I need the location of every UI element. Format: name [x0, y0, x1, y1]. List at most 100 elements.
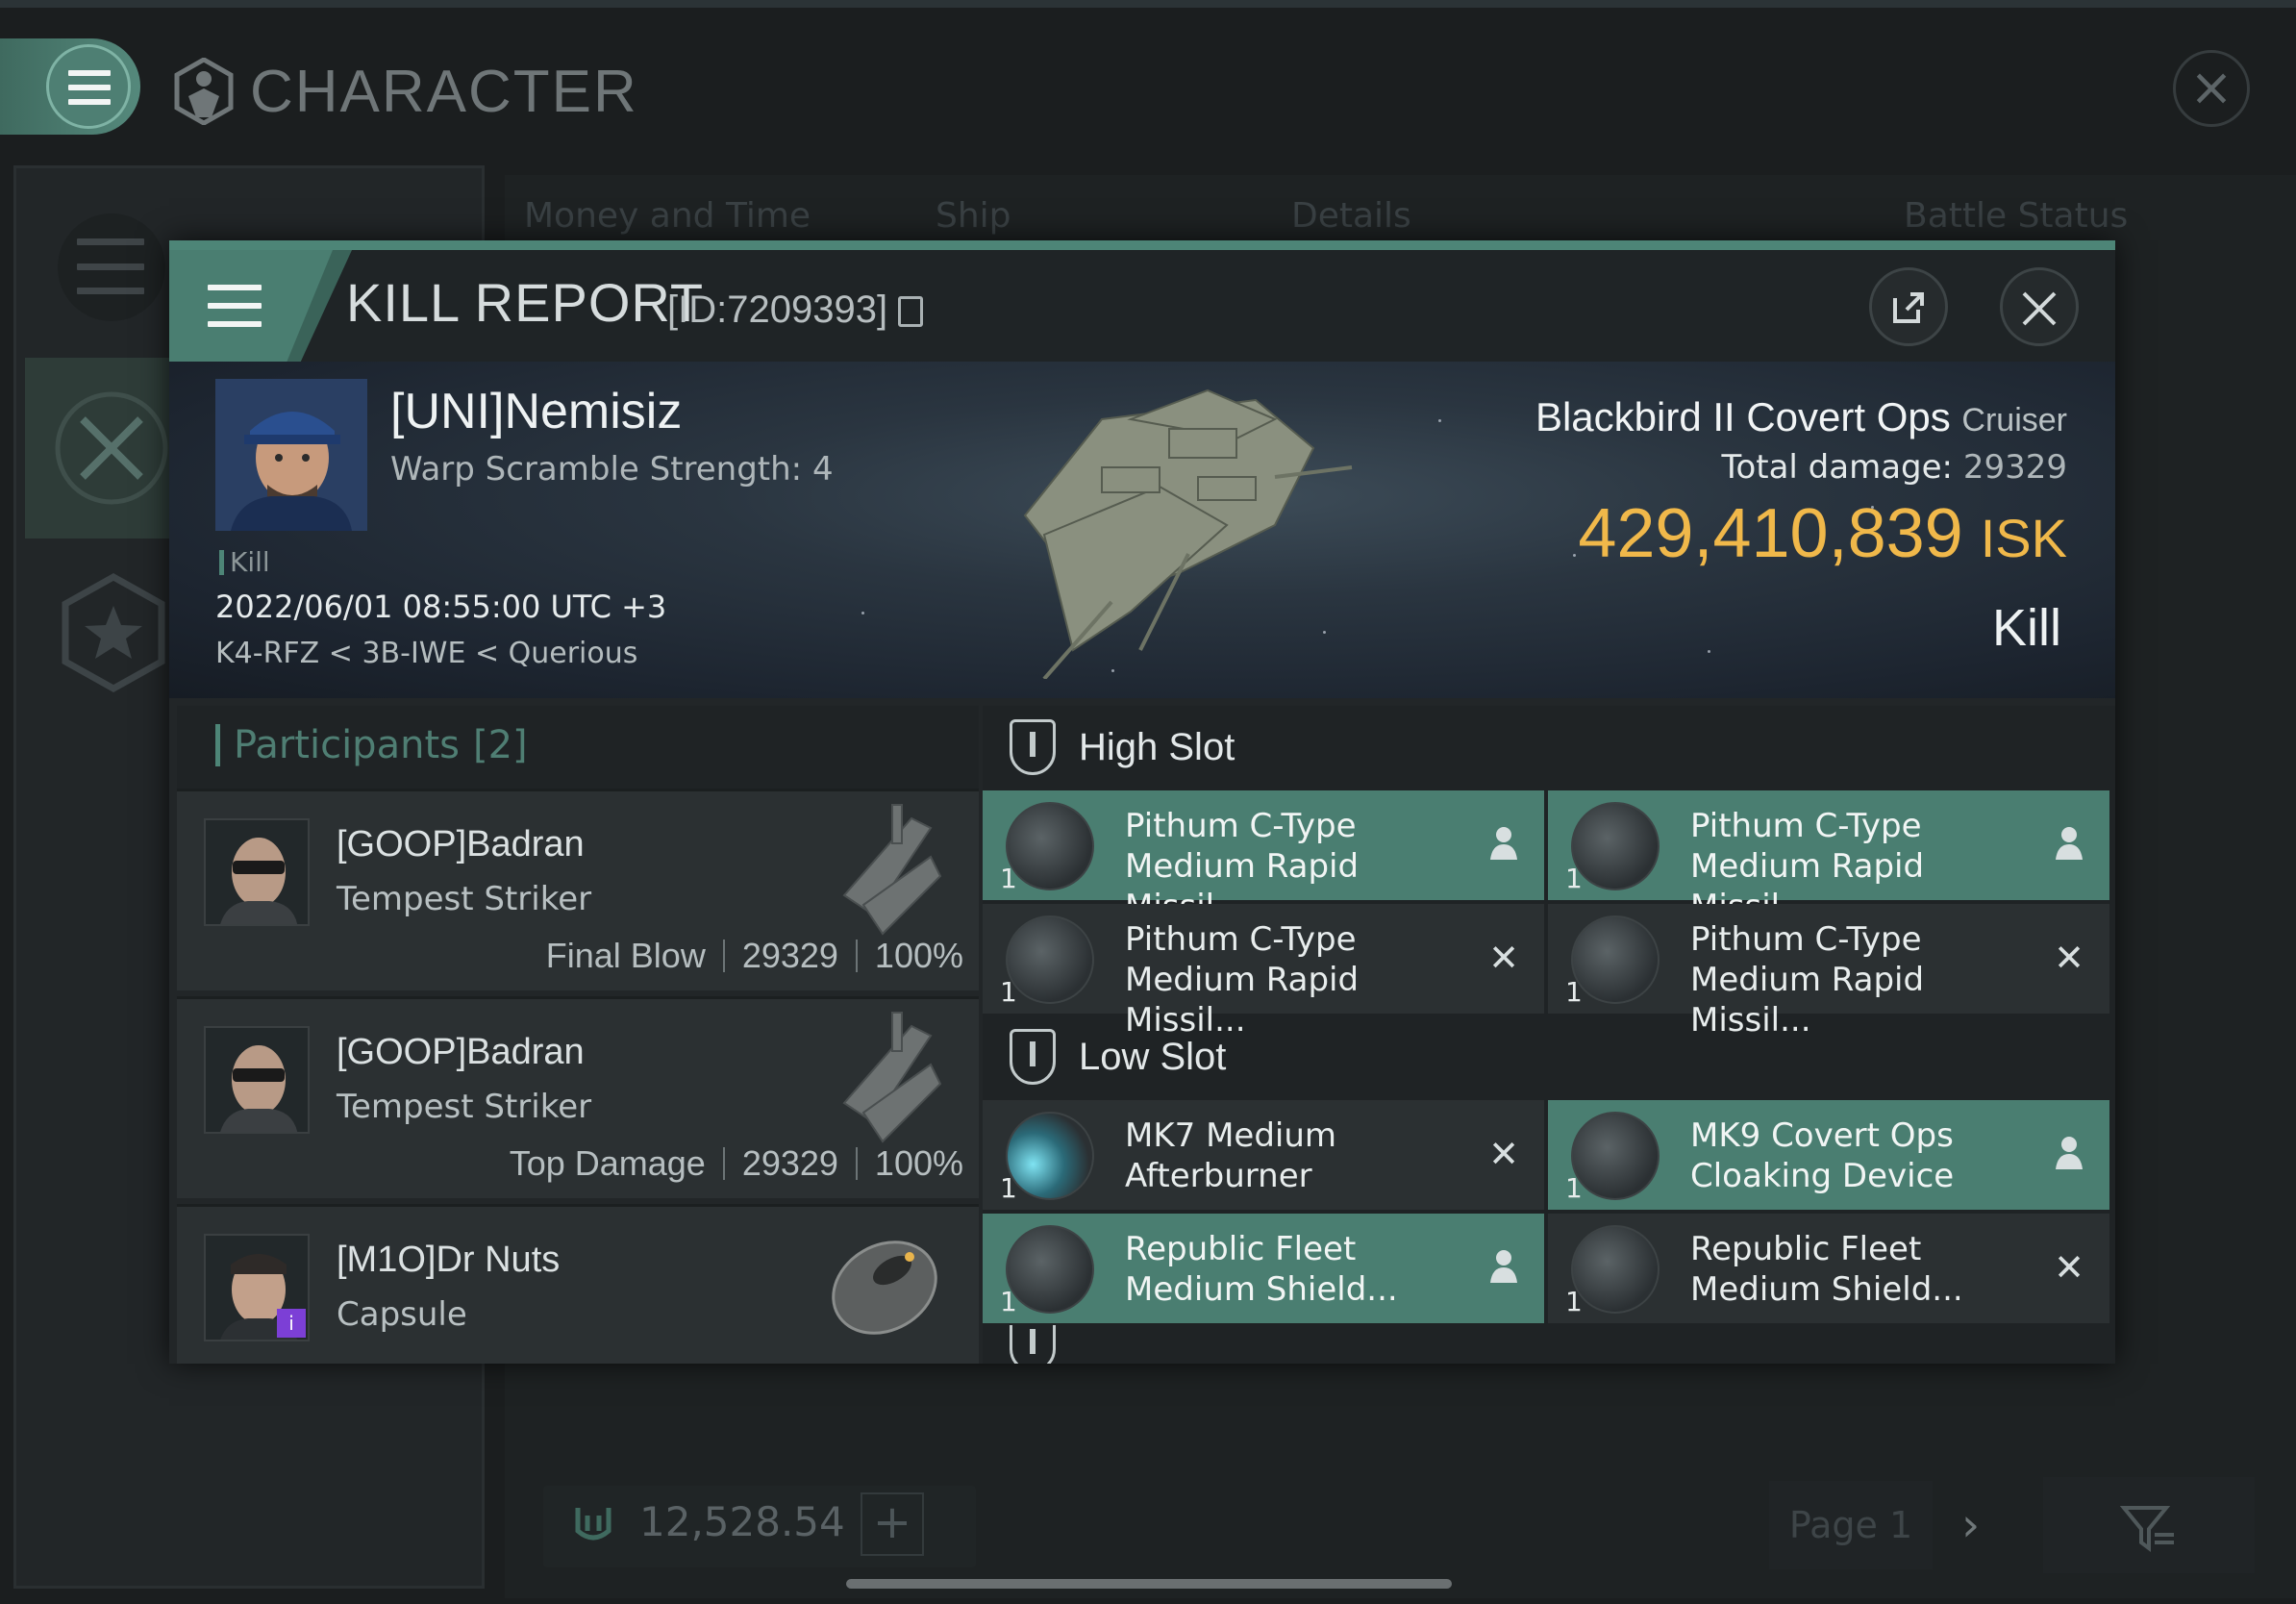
participants-count: [2] — [472, 723, 528, 767]
close-button[interactable] — [2000, 267, 2079, 346]
missile-launcher-icon — [1571, 915, 1660, 1004]
ship-name: Blackbird II Covert Ops — [1535, 394, 1951, 439]
participant-ship: Capsule — [337, 1295, 467, 1334]
filter-icon — [2119, 1506, 2174, 1552]
next-page-chevron-icon[interactable]: › — [1961, 1498, 1980, 1552]
kill-location[interactable]: K4-RFZ < 3B-IWE < Querious — [215, 637, 637, 670]
module-item[interactable]: 1 Pithum C-Type Medium Rapid Missil... — [1548, 790, 2109, 926]
module-quantity: 1 — [1000, 976, 1017, 1008]
kill-type-tag: Kill — [219, 546, 270, 578]
wallet-amount: 12,528.54 — [639, 1498, 845, 1545]
cloaking-device-icon — [1571, 1112, 1660, 1200]
module-item[interactable]: 1 Pithum C-Type Medium Rapid Missil... ✕ — [1548, 904, 2109, 1040]
total-damage-label: Total damage: — [1721, 448, 1954, 487]
total-damage: Total damage: 29329 — [1721, 448, 2067, 487]
copy-icon[interactable] — [898, 296, 923, 327]
module-name-line1: MK9 Covert Ops — [1690, 1116, 1954, 1155]
participant-role: Top Damage — [509, 1143, 706, 1183]
mid-slot-icon — [1010, 1325, 1056, 1364]
participant-percent: 100% — [874, 1143, 963, 1183]
kill-id: [ID:7209393] — [667, 288, 888, 331]
participant-ship: Tempest Striker — [337, 880, 592, 918]
main-menu-button[interactable] — [0, 38, 140, 135]
tab-details[interactable]: Details — [1291, 196, 1411, 236]
participants-header: Participants [2] — [177, 706, 979, 789]
module-quantity: 1 — [1000, 1286, 1017, 1317]
participant-row[interactable]: [GOOP]Badran Tempest Striker Top Damage … — [177, 996, 979, 1198]
ship-render — [986, 362, 1390, 681]
module-item[interactable]: 1 Republic Fleet Medium Shield... — [983, 1214, 1544, 1323]
participant-row[interactable]: ⅰ [M1O]Dr Nuts Capsule — [177, 1204, 979, 1364]
module-name-line2: Medium Shield... — [1690, 1270, 1963, 1309]
participant-row[interactable]: [GOOP]Badran Tempest Striker Final Blow … — [177, 789, 979, 990]
module-item[interactable]: 1 MK7 Medium Afterburner ✕ — [983, 1100, 1544, 1210]
total-damage-value: 29329 — [1962, 448, 2067, 487]
shield-extender-icon — [1006, 1225, 1094, 1314]
cross-icon: ✕ — [2054, 1246, 2084, 1289]
sidebar-medals-item[interactable] — [60, 572, 167, 693]
tab-money-and-time[interactable]: Money and Time — [524, 196, 811, 236]
result-label: Kill — [1991, 599, 2061, 657]
participant-portrait[interactable] — [204, 1026, 310, 1134]
filter-button[interactable] — [2043, 1477, 2255, 1573]
wallet-icon — [572, 1502, 614, 1544]
module-name: Republic Fleet Medium Shield... — [1125, 1229, 1471, 1310]
participant-portrait[interactable] — [204, 818, 310, 926]
sidebar-list-icon[interactable] — [58, 213, 165, 321]
isk-value: 429,410,839 ISK — [1578, 494, 2067, 573]
character-icon — [174, 58, 234, 125]
omega-status-icon: ⅰ — [277, 1309, 306, 1338]
participant-damage: 29329 — [741, 1143, 838, 1183]
hamburger-icon — [208, 285, 262, 327]
ship-type[interactable]: Blackbird II Covert Ops Cruiser — [1535, 394, 2067, 440]
participant-stats: Top Damage 29329 100% — [510, 1143, 963, 1184]
hamburger-icon — [46, 44, 131, 129]
share-button[interactable] — [1869, 267, 1948, 346]
high-slot-icon — [1010, 719, 1056, 775]
module-quantity: 1 — [1565, 1172, 1583, 1204]
module-quantity: 1 — [1000, 1172, 1017, 1204]
cross-icon: ✕ — [1488, 937, 1519, 979]
module-name-line1: Republic Fleet — [1690, 1230, 1922, 1268]
module-item[interactable]: 1 Pithum C-Type Medium Rapid Missil... — [983, 790, 1544, 926]
participant-percent: 100% — [874, 936, 963, 975]
top-strip — [0, 0, 2296, 8]
capsule-render — [815, 1224, 950, 1364]
participant-stats: Final Blow 29329 100% — [546, 936, 963, 976]
module-quantity: 1 — [1000, 863, 1017, 894]
star-badge-icon — [62, 572, 165, 693]
low-slot-label: Low Slot — [1079, 1035, 1227, 1078]
module-name-line1: Pithum C-Type — [1690, 920, 1922, 959]
participant-name: [M1O]Dr Nuts — [337, 1240, 561, 1280]
tab-battle-status[interactable]: Battle Status — [1904, 196, 2128, 236]
tab-ship[interactable]: Ship — [936, 196, 1011, 236]
isk-unit: ISK — [1980, 508, 2067, 568]
window-title-text: CHARACTER — [250, 58, 638, 125]
high-slot-header: High Slot — [983, 706, 2115, 789]
participant-ship-render — [815, 799, 950, 943]
victim-name[interactable]: [UNI]Nemisiz — [390, 383, 682, 440]
participants-panel: Participants [2] [GOOP]Badran Tempest St… — [177, 706, 979, 1364]
sidebar-combat-item[interactable] — [25, 358, 179, 539]
module-name-line2: Medium Shield... — [1125, 1270, 1398, 1309]
participant-ship-render — [815, 1007, 950, 1151]
victim-portrait[interactable] — [215, 379, 367, 531]
horizontal-scrollbar[interactable] — [846, 1579, 1452, 1589]
module-name: MK9 Covert Ops Cloaking Device — [1690, 1115, 2036, 1196]
add-funds-button[interactable]: + — [861, 1492, 924, 1556]
module-name-line1: Pithum C-Type — [1125, 920, 1357, 959]
warp-scramble-strength: Warp Scramble Strength: 4 — [390, 450, 834, 489]
person-icon — [2050, 825, 2088, 864]
mid-slot-header-partial — [983, 1325, 2115, 1364]
module-name: MK7 Medium Afterburner — [1125, 1115, 1471, 1196]
module-name-line1: Pithum C-Type — [1125, 807, 1357, 845]
module-name-line2: Afterburner — [1125, 1157, 1312, 1195]
module-item[interactable]: 1 Republic Fleet Medium Shield... ✕ — [1548, 1214, 2109, 1323]
module-item[interactable]: 1 MK9 Covert Ops Cloaking Device — [1548, 1100, 2109, 1210]
module-item[interactable]: 1 Pithum C-Type Medium Rapid Missil... ✕ — [983, 904, 1544, 1040]
window-close-button[interactable]: × — [2173, 50, 2250, 127]
module-name: Republic Fleet Medium Shield... — [1690, 1229, 2036, 1310]
participant-portrait[interactable]: ⅰ — [204, 1234, 310, 1341]
kill-report-dialog: KILL REPORT [ID:7209393] [UNI]Nemisiz Wa… — [169, 240, 2115, 1364]
participant-damage: 29329 — [741, 936, 838, 975]
